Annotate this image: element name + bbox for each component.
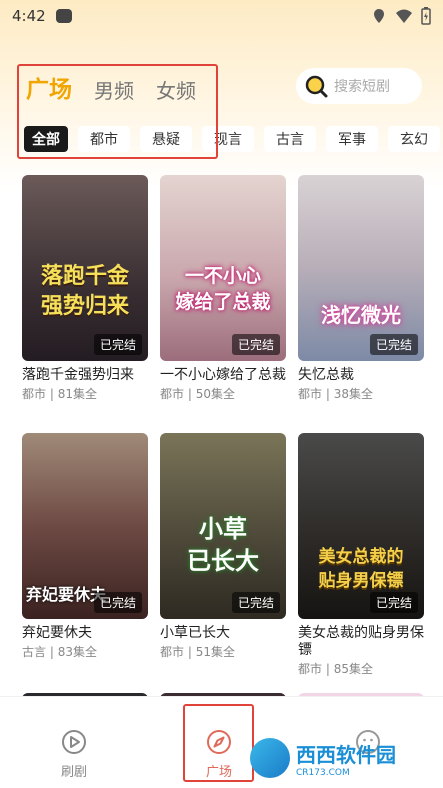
drama-poster[interactable]: 小草 已长大 已完结 — [160, 433, 286, 619]
poster-title-art: 一不小心 嫁给了总裁 — [175, 265, 271, 313]
poster-title-art: 小草 已长大 — [187, 514, 259, 575]
genre-military[interactable]: 军事 — [326, 126, 378, 152]
drama-title: 落跑千金强势归来 — [22, 367, 134, 383]
status-bar: 4:42 — [0, 0, 443, 32]
app-notification-icon — [55, 9, 72, 23]
status-badge: 已完结 — [93, 592, 142, 613]
drama-meta: 都市 | 81集全 — [22, 387, 97, 401]
poster-title-art: 美女总裁的 贴身男保镖 — [318, 547, 404, 591]
search-icon — [305, 75, 328, 98]
drama-poster[interactable]: 美女总裁的 贴身男保镖 已完结 — [298, 433, 424, 619]
drama-card[interactable]: 落跑千金 强势归来 已完结 落跑千金强势归来 都市 | 81集全 — [22, 175, 148, 402]
status-time: 4:42 — [12, 7, 46, 25]
wifi-icon — [396, 9, 412, 23]
watermark-logo-mark — [250, 738, 290, 778]
drama-meta: 都市 | 85集全 — [298, 662, 373, 676]
genre-fantasy[interactable]: 玄幻 — [388, 126, 440, 152]
drama-card[interactable]: 美女总裁的 贴身男保镖 已完结 美女总裁的贴身男保镖 都市 | 85集全 — [298, 433, 424, 677]
drama-card[interactable]: 弃妃要休夫 已完结 弃妃要休夫 古言 | 83集全 — [22, 433, 148, 660]
play-circle-icon — [62, 730, 86, 754]
drama-title: 失忆总裁 — [298, 367, 354, 383]
drama-title: 弃妃要休夫 — [22, 625, 92, 641]
drama-meta: 都市 | 38集全 — [298, 387, 373, 401]
drama-title: 一不小心嫁给了总裁 — [160, 367, 286, 383]
status-badge: 已完结 — [231, 592, 280, 613]
drama-poster[interactable]: 一不小心 嫁给了总裁 已完结 — [160, 175, 286, 361]
genre-ancient-romance[interactable]: 古言 — [264, 126, 316, 152]
drama-meta: 都市 | 50集全 — [160, 387, 235, 401]
highlight-frame-nav — [183, 704, 254, 782]
drama-card[interactable]: 小草 已长大 已完结 小草已长大 都市 | 51集全 — [160, 433, 286, 660]
poster-title-art: 落跑千金 强势归来 — [40, 263, 129, 319]
watermark-logo: 西西软件园 CR173.COM — [250, 736, 435, 780]
drama-poster[interactable]: 浅忆微光 已完结 — [298, 175, 424, 361]
highlight-frame-header — [17, 64, 218, 159]
status-badge: 已完结 — [231, 334, 280, 355]
drama-card[interactable]: 浅忆微光 已完结 失忆总裁 都市 | 38集全 — [298, 175, 424, 402]
drama-title: 小草已长大 — [160, 625, 230, 641]
search-box[interactable]: 搜索短剧 — [296, 68, 422, 104]
status-icons — [371, 7, 431, 25]
drama-poster[interactable]: 落跑千金 强势归来 已完结 — [22, 175, 148, 361]
drama-poster[interactable]: 弃妃要休夫 已完结 — [22, 433, 148, 619]
poster-title-art: 浅忆微光 — [321, 303, 401, 327]
search-placeholder: 搜索短剧 — [334, 79, 390, 95]
drama-meta: 都市 | 51集全 — [160, 645, 235, 659]
status-badge: 已完结 — [369, 334, 418, 355]
nav-label: 刷剧 — [60, 765, 87, 780]
battery-icon — [421, 7, 431, 25]
nav-item-watch[interactable]: 刷剧 — [44, 729, 104, 780]
location-icon — [374, 9, 384, 23]
drama-title: 美女总裁的贴身男保镖 — [298, 625, 424, 658]
watermark-subtext: CR173.COM — [296, 767, 350, 778]
drama-meta: 古言 | 83集全 — [22, 645, 97, 659]
status-badge: 已完结 — [369, 592, 418, 613]
drama-card[interactable]: 一不小心 嫁给了总裁 已完结 一不小心嫁给了总裁 都市 | 50集全 — [160, 175, 286, 402]
status-badge: 已完结 — [93, 334, 142, 355]
watermark-text: 西西软件园 — [296, 742, 396, 767]
